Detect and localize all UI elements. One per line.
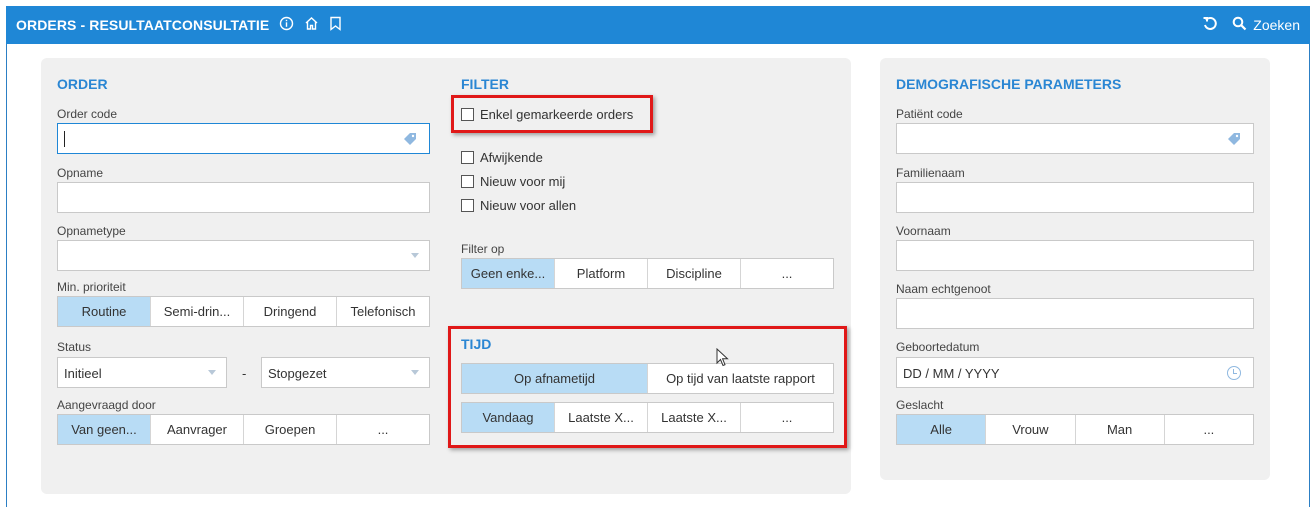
mouse-cursor-icon [716,348,729,367]
sex-option[interactable]: Vrouw [986,415,1076,444]
checkbox-box[interactable] [461,175,474,188]
tijd-range-option[interactable]: Laatste X... [555,403,648,432]
requested-by-option[interactable]: Groepen [244,415,337,444]
priority-option[interactable]: Telefonisch [337,297,429,326]
status-to-value: Stopgezet [268,366,327,381]
priority-selector: Routine Semi-drin... Dringend Telefonisc… [57,296,430,327]
tijd-range-option[interactable]: Vandaag [462,403,555,432]
clock-icon[interactable] [1227,366,1241,380]
checkbox-box[interactable] [461,108,474,121]
nieuw-allen-label: Nieuw voor allen [480,198,577,213]
filter-op-option[interactable]: ... [741,259,833,288]
top-bar: ORDERS - RESULTAATCONSULTATIE Zoeken [6,6,1310,44]
reset-icon[interactable] [1202,16,1218,35]
nieuw-mij-checkbox[interactable]: Nieuw voor mij [461,174,565,189]
tijd-section-title: TIJD [461,336,492,352]
sex-selector: Alle Vrouw Man ... [896,414,1254,445]
family-name-input[interactable] [896,182,1254,213]
tag-icon [404,133,416,145]
bookmark-icon[interactable] [329,16,342,34]
birth-date-input[interactable]: DD / MM / YYYY [896,357,1254,388]
spouse-name-label: Naam echtgenoot [896,282,991,296]
chevron-down-icon [411,253,419,258]
order-code-input[interactable] [57,123,430,154]
filter-section-title: FILTER [461,76,509,92]
sex-option[interactable]: ... [1165,415,1253,444]
afwijkende-checkbox[interactable]: Afwijkende [461,150,543,165]
tijd-mode-option[interactable]: Op tijd van laatste rapport [648,364,833,393]
patient-code-label: Patiënt code [896,107,963,121]
patient-code-input[interactable] [896,123,1254,154]
priority-option[interactable]: Dringend [244,297,337,326]
filter-op-label: Filter op [461,242,505,256]
birth-date-label: Geboortedatum [896,340,980,354]
opname-input[interactable] [57,182,430,213]
requested-by-label: Aangevraagd door [57,398,156,412]
status-label: Status [57,340,92,354]
order-section-title: ORDER [57,76,108,92]
tijd-mode-option[interactable]: Op afnametijd [462,364,648,393]
tijd-range-option[interactable]: ... [741,403,833,432]
filter-op-option[interactable]: Geen enke... [462,259,555,288]
sex-option[interactable]: Alle [897,415,987,444]
filter-op-selector: Geen enke... Platform Discipline ... [461,258,834,289]
status-from-value: Initieel [64,366,102,381]
requested-by-option[interactable]: ... [337,415,429,444]
nieuw-allen-checkbox[interactable]: Nieuw voor allen [461,198,576,213]
priority-option[interactable]: Routine [58,297,151,326]
tijd-range-option[interactable]: Laatste X... [648,403,741,432]
checkbox-box[interactable] [461,151,474,164]
text-caret [64,131,65,147]
requested-by-option[interactable]: Aanvrager [151,415,244,444]
sex-option[interactable]: Man [1076,415,1165,444]
search-label: Zoeken [1253,17,1300,33]
status-to-select[interactable]: Stopgezet [261,357,430,388]
demographics-section-title: DEMOGRAFISCHE PARAMETERS [896,76,1122,92]
search-button[interactable]: Zoeken [1232,16,1300,34]
family-name-label: Familienaam [896,166,965,180]
requested-by-selector: Van geen... Aanvrager Groepen ... [57,414,430,445]
status-separator: - [242,366,247,381]
status-from-select[interactable]: Initieel [57,357,227,388]
tag-icon [1228,133,1240,145]
home-icon[interactable] [304,16,319,34]
spouse-name-input[interactable] [896,298,1254,329]
chevron-down-icon [411,370,419,375]
nieuw-mij-label: Nieuw voor mij [480,174,566,189]
birth-date-placeholder: DD / MM / YYYY [903,366,1000,381]
tijd-mode-selector: Op afnametijd Op tijd van laatste rappor… [461,363,834,394]
first-name-label: Voornaam [896,224,951,238]
order-code-label: Order code [57,107,118,121]
marked-only-checkbox[interactable]: Enkel gemarkeerde orders [461,107,633,122]
marked-only-label: Enkel gemarkeerde orders [480,107,634,122]
filter-op-option[interactable]: Platform [555,259,648,288]
page-title: ORDERS - RESULTAATCONSULTATIE [16,17,270,33]
afwijkende-label: Afwijkende [480,150,543,165]
requested-by-option[interactable]: Van geen... [58,415,151,444]
sex-label: Geslacht [896,398,944,412]
opnametype-select[interactable] [57,240,430,271]
priority-label: Min. prioriteit [57,280,126,294]
filter-op-option[interactable]: Discipline [648,259,741,288]
checkbox-box[interactable] [461,199,474,212]
info-icon[interactable] [279,16,294,34]
opnametype-label: Opnametype [57,224,126,238]
priority-option[interactable]: Semi-drin... [151,297,244,326]
search-icon [1232,16,1247,34]
first-name-input[interactable] [896,240,1254,271]
chevron-down-icon [208,370,216,375]
tijd-range-selector: Vandaag Laatste X... Laatste X... ... [461,402,834,433]
opname-label: Opname [57,166,104,180]
